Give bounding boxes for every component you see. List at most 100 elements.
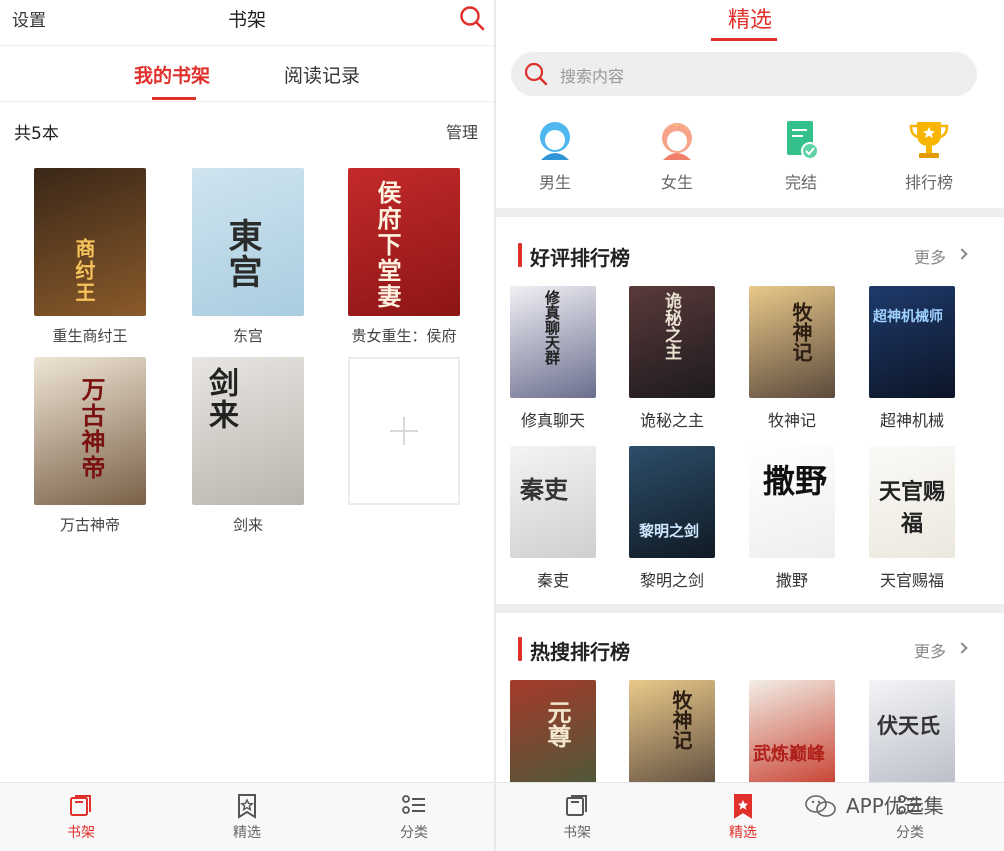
book-title: 天官赐福 [879, 571, 944, 590]
bookshelf-screen: 设置 书架 我的书架 阅读记录 共5本 管理 商纣王 重生商纣王 東宫 东宫 侯… [0, 0, 494, 851]
section-divider [496, 208, 1004, 217]
book-cover: 東宫 [192, 168, 304, 316]
nav-label: 精选 [729, 825, 757, 841]
ranked-book[interactable]: 超神机械师 超神机械 [857, 286, 967, 431]
ranked-book[interactable]: 天官赐福 天官赐福 [857, 446, 967, 591]
book-cover: 修真聊天群 [510, 286, 596, 398]
search-icon [524, 62, 548, 86]
ranked-book[interactable]: 黎明之剑 黎明之剑 [617, 446, 727, 591]
shelf-book[interactable]: 商纣王 重生商纣王 [20, 168, 160, 346]
book-title: 撒野 [775, 571, 808, 590]
section-title: 好评排行榜 [530, 246, 630, 270]
bookshelf-icon [566, 795, 587, 816]
ranked-book[interactable]: 诡秘之主 诡秘之主 [617, 286, 727, 431]
section-title: 热搜排行榜 [530, 640, 630, 664]
nav-featured[interactable]: 精选 [703, 793, 783, 842]
nav-label: 分类 [896, 825, 924, 841]
book-count: 共5本 [14, 124, 59, 144]
category-label: 女生 [660, 173, 693, 192]
active-tab-indicator [711, 38, 777, 41]
page-title[interactable]: 精选 [496, 2, 1004, 34]
nav-label: 精选 [233, 825, 261, 841]
book-title: 剑来 [232, 516, 263, 534]
list-category-icon [402, 795, 425, 814]
add-book-button[interactable] [348, 357, 460, 505]
category-label: 完结 [784, 173, 817, 192]
book-title: 贵女重生：侯府 [351, 327, 457, 345]
shelf-book[interactable]: 万古神帝 万古神帝 [20, 357, 160, 535]
bookmark-star-icon [734, 794, 752, 819]
nav-bookshelf[interactable]: 书架 [537, 793, 617, 842]
book-title: 秦吏 [536, 571, 569, 590]
category-completed[interactable]: 完结 [756, 118, 846, 193]
book-cover: 牧神记 [749, 286, 835, 398]
completed-book-icon [787, 121, 819, 160]
book-cover: 牧神记 [629, 680, 715, 792]
bottom-nav: 书架 精选 分类 [0, 782, 494, 851]
search-icon[interactable] [458, 4, 486, 32]
search-placeholder: 搜索内容 [560, 67, 625, 86]
ranked-book[interactable]: 秦吏 秦吏 [498, 446, 608, 591]
shelf-book[interactable]: 東宫 东宫 [178, 168, 318, 346]
nav-bookshelf[interactable]: 书架 [41, 793, 121, 842]
manage-button[interactable]: 管理 [446, 119, 478, 143]
nav-label: 分类 [400, 825, 428, 841]
nav-label: 书架 [67, 825, 95, 841]
book-title: 万古神帝 [59, 516, 120, 534]
trophy-icon [909, 122, 949, 158]
section-accent [518, 637, 522, 661]
section-divider [496, 604, 1004, 613]
ranked-book[interactable]: 元尊 [498, 680, 608, 792]
bookmark-star-icon [238, 794, 256, 819]
nav-category[interactable]: 分类 [374, 793, 454, 842]
more-button[interactable]: 更多 [914, 638, 946, 662]
chevron-right-icon[interactable] [956, 248, 968, 260]
ranked-book[interactable]: 牧神记 [617, 680, 727, 792]
featured-screen: 精选 搜索内容 男生 女生 完结 排行榜 好评排行榜 更多 修真聊天群 修真聊天… [496, 0, 1004, 851]
ranked-book[interactable]: 撒野 撒野 [737, 446, 847, 591]
tab-reading-history[interactable]: 阅读记录 [284, 61, 360, 88]
book-cover: 诡秘之主 [629, 286, 715, 398]
book-title: 东宫 [232, 327, 263, 345]
shelf-book[interactable]: 侯府下堂妻 贵女重生：侯府 [334, 168, 474, 346]
shelf-book[interactable]: 剑来 剑来 [178, 357, 318, 535]
book-cover: 万古神帝 [34, 357, 146, 505]
book-cover: 武炼巅峰 [749, 680, 835, 792]
ranked-book[interactable]: 修真聊天群 修真聊天 [498, 286, 608, 431]
page-title: 书架 [227, 9, 266, 31]
tab-bar: 我的书架 阅读记录 [0, 46, 494, 102]
ranked-book[interactable]: 牧神记 牧神记 [737, 286, 847, 431]
wechat-icon [805, 795, 836, 817]
male-avatar-icon [540, 122, 570, 160]
more-button[interactable]: 更多 [914, 244, 946, 268]
tab-my-shelf[interactable]: 我的书架 [134, 61, 210, 88]
book-cover: 黎明之剑 [629, 446, 715, 558]
book-cover: 元尊 [510, 680, 596, 792]
category-ranking[interactable]: 排行榜 [884, 118, 974, 193]
book-cover: 撒野 [749, 446, 835, 558]
search-input[interactable]: 搜索内容 [511, 52, 977, 96]
book-cover: 伏天氏 [869, 680, 955, 792]
female-avatar-icon [662, 123, 692, 160]
book-title: 诡秘之主 [639, 411, 704, 430]
book-title: 牧神记 [767, 411, 816, 430]
nav-featured[interactable]: 精选 [207, 793, 287, 842]
category-label: 排行榜 [904, 173, 953, 192]
book-cover: 秦吏 [510, 446, 596, 558]
book-title: 黎明之剑 [639, 571, 704, 590]
active-tab-indicator [152, 97, 196, 100]
chevron-right-icon[interactable] [956, 642, 968, 654]
nav-label: 书架 [563, 825, 591, 841]
category-female[interactable]: 女生 [632, 118, 722, 193]
ranked-book[interactable]: 伏天氏 [857, 680, 967, 792]
ranked-book[interactable]: 武炼巅峰 [737, 680, 847, 792]
top-bar: 设置 书架 [0, 0, 494, 46]
book-title: 重生商纣王 [52, 327, 128, 345]
category-label: 男生 [538, 173, 571, 192]
bookshelf-icon [70, 795, 91, 816]
category-male[interactable]: 男生 [510, 118, 600, 193]
book-cover: 商纣王 [34, 168, 146, 316]
book-cover: 剑来 [192, 357, 304, 505]
book-title: 修真聊天 [520, 411, 585, 430]
watermark-text: APP优选集 [846, 794, 944, 818]
